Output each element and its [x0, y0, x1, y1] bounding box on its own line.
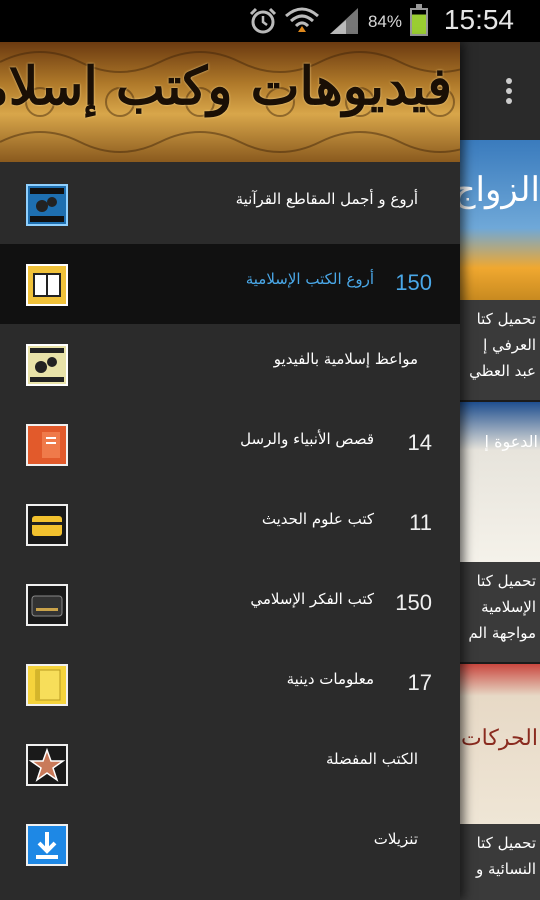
status-bar: 84% 15:54: [0, 0, 540, 42]
signal-icon: [330, 8, 358, 34]
drawer-item-label: قصص الأنبياء والرسل: [240, 430, 374, 448]
download-icon: [26, 824, 68, 866]
cover-text: الزواج: [460, 170, 540, 210]
cover-text: الدعوة إ: [484, 432, 538, 451]
drawer-item-label: أروع و أجمل المقاطع القرآنية: [235, 190, 418, 208]
drawer-item-count: 150: [395, 270, 432, 295]
info-notebook-icon: [26, 664, 68, 706]
thought-book-icon: [26, 584, 68, 626]
hadith-book-icon: [26, 504, 68, 546]
header-title: فيديوهات وكتب إسلامية: [0, 56, 452, 117]
book-cover: الزواج: [460, 140, 540, 300]
drawer-item-prophets-stories[interactable]: 14 قصص الأنبياء والرسل: [0, 404, 460, 484]
alarm-icon: [249, 7, 277, 34]
overflow-menu-icon[interactable]: [504, 78, 514, 106]
drawer-menu: أروع و أجمل المقاطع القرآنية 150 أروع ال…: [0, 164, 460, 884]
drawer-item-label: أروع الكتب الإسلامية: [245, 270, 374, 288]
prophets-book-icon: [26, 424, 68, 466]
book-icon: [26, 264, 68, 306]
drawer-item-video-sermons[interactable]: مواعظ إسلامية بالفيديو: [0, 324, 460, 404]
drawer-item-count: 11: [409, 510, 432, 535]
drawer-item-count: 14: [407, 430, 432, 455]
drawer-item-label: تنزيلات: [373, 830, 418, 848]
drawer-item-label: مواعظ إسلامية بالفيديو: [273, 350, 418, 368]
book-card[interactable]: الزواج تحميل كتا العرفي إ عبد العظي: [460, 140, 540, 402]
book-card[interactable]: الحركات تحميل كتا النسائية و: [460, 664, 540, 900]
drawer-item-label: كتب الفكر الإسلامي: [250, 590, 374, 608]
wifi-icon: [285, 7, 319, 32]
drawer-item-count: 17: [407, 670, 432, 695]
cover-text: الحركات: [460, 726, 538, 751]
video-icon: [26, 344, 68, 386]
book-caption: تحميل كتا الإسلامية مواجهة الم: [460, 562, 540, 662]
star-icon: [26, 744, 68, 786]
film-icon: [26, 184, 68, 226]
drawer-item-label: الكتب المفضلة: [325, 750, 418, 768]
drawer-item-religious-info[interactable]: 17 معلومات دينية: [0, 644, 460, 724]
drawer-item-favorite-books[interactable]: الكتب المفضلة: [0, 724, 460, 804]
drawer-item-count: 150: [395, 590, 432, 615]
battery-icon: [410, 4, 428, 36]
drawer-item-hadith-books[interactable]: 11 كتب علوم الحديث: [0, 484, 460, 564]
book-card[interactable]: الدعوة إ تحميل كتا الإسلامية مواجهة الم: [460, 402, 540, 664]
book-caption: تحميل كتا العرفي إ عبد العظي: [460, 300, 540, 400]
drawer-item-islamic-books[interactable]: 150 أروع الكتب الإسلامية: [0, 244, 460, 324]
action-bar: [460, 42, 540, 140]
drawer-item-islamic-thought[interactable]: 150 كتب الفكر الإسلامي: [0, 564, 460, 644]
drawer-item-label: معلومات دينية: [286, 670, 374, 688]
book-caption: تحميل كتا النسائية و: [460, 824, 540, 900]
drawer-item-label: كتب علوم الحديث: [261, 510, 374, 528]
battery-percent: 84%: [367, 12, 402, 31]
navigation-drawer: فيديوهات وكتب إسلامية أروع و أجمل المقاط…: [0, 42, 460, 900]
book-cover: الحركات: [460, 664, 540, 824]
clock: 15:54: [443, 4, 514, 35]
drawer-item-downloads[interactable]: تنزيلات: [0, 804, 460, 884]
drawer-header: فيديوهات وكتب إسلامية: [0, 42, 460, 162]
drawer-item-quran-clips[interactable]: أروع و أجمل المقاطع القرآنية: [0, 164, 460, 244]
book-cover: الدعوة إ: [460, 402, 540, 562]
